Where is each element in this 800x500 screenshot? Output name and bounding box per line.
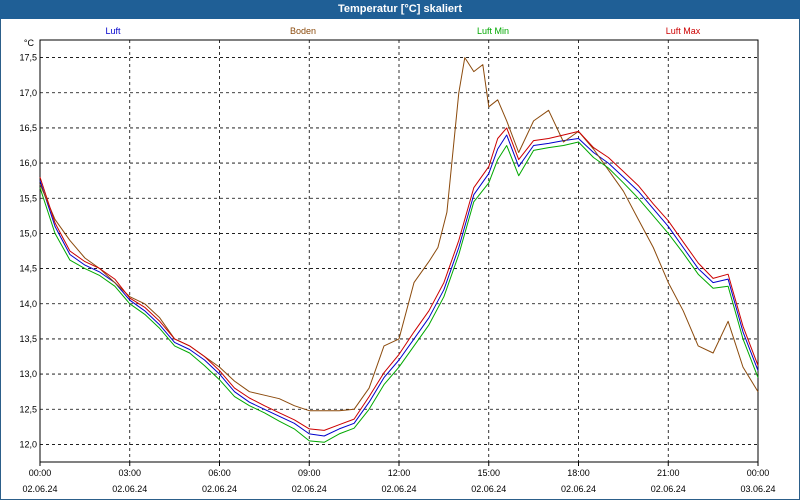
x-tick-date: 03.06.24 xyxy=(740,484,775,494)
x-tick-time: 03:00 xyxy=(118,468,141,478)
x-tick-time: 12:00 xyxy=(388,468,411,478)
grid xyxy=(39,39,759,463)
legend-entry: Luft Max xyxy=(666,26,701,36)
legend: Luft Boden Luft Min Luft Max xyxy=(105,26,700,36)
y-tick-label: 14,5 xyxy=(19,264,37,274)
x-tick-time: 09:00 xyxy=(298,468,321,478)
x-tick-date: 02.06.24 xyxy=(651,484,686,494)
x-tick-date: 02.06.24 xyxy=(381,484,416,494)
y-tick-label: 12,5 xyxy=(19,404,37,414)
x-tick-date: 02.06.24 xyxy=(471,484,506,494)
y-tick-label: 12,0 xyxy=(19,439,37,449)
legend-entry: Luft Min xyxy=(477,26,509,36)
x-tick-date: 02.06.24 xyxy=(112,484,147,494)
y-tick-label: 17,5 xyxy=(19,53,37,63)
x-tick-date: 02.06.24 xyxy=(292,484,327,494)
y-tick-label: 13,5 xyxy=(19,334,37,344)
y-axis-label: °C xyxy=(24,38,35,48)
legend-entry: Luft xyxy=(105,26,121,36)
y-tick-label: 13,0 xyxy=(19,369,37,379)
legend-entry: Boden xyxy=(290,26,316,36)
x-tick-date: 02.06.24 xyxy=(561,484,596,494)
x-tick-time: 21:00 xyxy=(657,468,680,478)
x-tick-time: 00:00 xyxy=(29,468,52,478)
y-tick-label: 14,0 xyxy=(19,299,37,309)
y-tick-label: 16,5 xyxy=(19,123,37,133)
temperature-chart: 12,0 12,5 13,0 13,5 14,0 14,5 15,0 15,5 16,0 16,5… xyxy=(19,26,775,494)
y-tick-label: 15,5 xyxy=(19,193,37,203)
y-tick-label: 16,0 xyxy=(19,158,37,168)
y-tick-label: 15,0 xyxy=(19,228,37,238)
x-tick-time: 00:00 xyxy=(747,468,770,478)
y-tick-label: 17,0 xyxy=(19,88,37,98)
x-tick-time: 18:00 xyxy=(567,468,590,478)
x-tick-time: 15:00 xyxy=(477,468,500,478)
x-tick-date: 02.06.24 xyxy=(202,484,237,494)
x-tick-date: 02.06.24 xyxy=(22,484,57,494)
x-tick-time: 06:00 xyxy=(208,468,231,478)
